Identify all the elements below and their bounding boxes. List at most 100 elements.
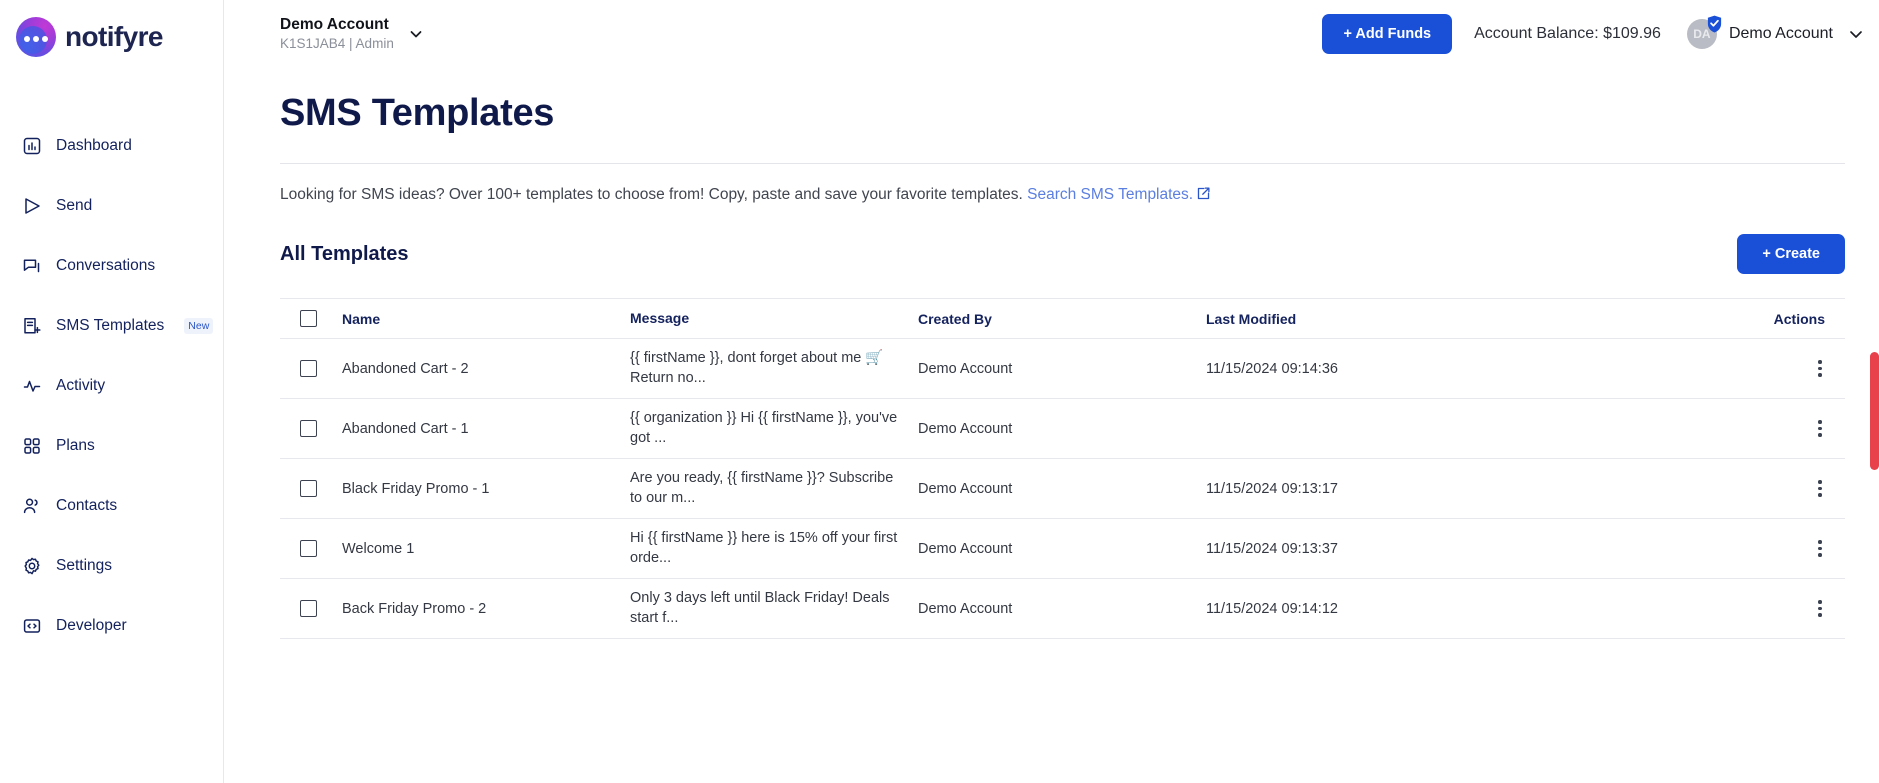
add-funds-button[interactable]: + Add Funds <box>1322 14 1453 54</box>
column-header-name[interactable]: Name <box>342 311 630 327</box>
row-select-cell <box>280 480 342 497</box>
row-name: Back Friday Promo - 2 <box>342 600 487 617</box>
gear-icon <box>24 557 40 575</box>
row-last-modified: 11/15/2024 09:14:12 <box>1206 600 1338 617</box>
code-icon <box>23 619 41 633</box>
row-actions <box>1506 418 1845 440</box>
row-created-by: Demo Account <box>918 420 1013 437</box>
row-message: Only 3 days left until Black Friday! Dea… <box>630 589 890 626</box>
description-text: Looking for SMS ideas? Over 100+ templat… <box>280 186 1028 203</box>
verified-shield-icon <box>1707 15 1722 33</box>
table-row[interactable]: Welcome 1 Hi {{ firstName }} here is 15%… <box>280 519 1845 579</box>
table-header-row: Name Message Created By Last Modified Ac… <box>280 298 1845 339</box>
checkbox-icon[interactable] <box>300 360 317 377</box>
account-subtitle: K1S1JAB4 | Admin <box>280 35 394 51</box>
account-name: Demo Account <box>280 16 389 34</box>
sms-templates-icon <box>24 318 41 334</box>
checkbox-icon[interactable] <box>300 480 317 497</box>
row-name: Welcome 1 <box>342 540 415 557</box>
account-balance: Account Balance: $109.96 <box>1474 25 1661 42</box>
row-message: {{ organization }} Hi {{ firstName }}, y… <box>630 409 898 446</box>
table-row[interactable]: Back Friday Promo - 2 Only 3 days left u… <box>280 579 1845 639</box>
kebab-menu-icon[interactable] <box>1809 598 1831 620</box>
checkbox-icon[interactable] <box>300 310 317 327</box>
sidebar-item-settings[interactable]: Settings <box>0 546 223 586</box>
checkbox-icon[interactable] <box>300 540 317 557</box>
column-header-last-modified[interactable]: Last Modified <box>1206 311 1506 327</box>
sidebar-item-badge: New <box>184 318 214 334</box>
activity-icon <box>23 380 41 392</box>
page-description: Looking for SMS ideas? Over 100+ templat… <box>280 186 1879 204</box>
kebab-menu-icon[interactable] <box>1809 418 1831 440</box>
sidebar-item-label: Developer <box>56 617 127 634</box>
row-actions <box>1506 358 1845 380</box>
row-last-modified: 11/15/2024 09:13:17 <box>1206 480 1338 497</box>
sidebar-item-dashboard[interactable]: Dashboard <box>0 126 223 166</box>
select-all-cell <box>280 310 342 327</box>
row-actions <box>1506 538 1845 560</box>
row-created-by: Demo Account <box>918 600 1013 617</box>
search-sms-templates-link[interactable]: Search SMS Templates. <box>1027 186 1193 203</box>
sidebar-item-label: Conversations <box>56 257 156 274</box>
user-name: Demo Account <box>1728 25 1833 42</box>
avatar[interactable]: DA <box>1686 15 1722 49</box>
row-last-modified: 11/15/2024 09:14:36 <box>1206 360 1338 377</box>
sidebar-item-activity[interactable]: Activity <box>0 366 223 406</box>
scrollbar-thumb[interactable] <box>1870 352 1879 470</box>
checkbox-icon[interactable] <box>300 600 317 617</box>
checkbox-icon[interactable] <box>300 420 317 437</box>
column-header-actions: Actions <box>1773 310 1825 327</box>
sidebar-item-conversations[interactable]: Conversations <box>0 246 223 286</box>
account-switcher[interactable]: Demo Account K1S1JAB4 | Admin <box>280 15 424 53</box>
row-actions <box>1506 478 1845 500</box>
sidebar-item-label: Dashboard <box>56 137 132 154</box>
sidebar-item-label: Plans <box>56 437 95 454</box>
row-select-cell <box>280 600 342 617</box>
row-created-by: Demo Account <box>918 360 1013 377</box>
row-select-cell <box>280 540 342 557</box>
row-created-by: Demo Account <box>918 540 1013 557</box>
row-message: Are you ready, {{ firstName }}? Subscrib… <box>630 469 894 506</box>
sidebar-item-send[interactable]: Send <box>0 186 223 226</box>
sidebar-item-sms-templates[interactable]: SMS Templates New <box>0 306 223 346</box>
dashboard-icon <box>23 137 41 155</box>
column-header-created-by[interactable]: Created By <box>918 311 1206 327</box>
sidebar: notifyre Dashboard Send Conversations SM… <box>0 0 224 783</box>
chevron-down-icon[interactable] <box>1847 25 1865 43</box>
page-content: SMS Templates Looking for SMS ideas? Ove… <box>224 92 1879 639</box>
row-name: Abandoned Cart - 1 <box>342 420 469 437</box>
row-select-cell <box>280 420 342 437</box>
create-button[interactable]: + Create <box>1737 234 1845 274</box>
top-bar-right: + Add Funds Account Balance: $109.96 DA … <box>1322 14 1865 54</box>
sidebar-item-label: Send <box>56 197 93 214</box>
sidebar-item-contacts[interactable]: Contacts <box>0 486 223 526</box>
contacts-icon <box>23 498 38 514</box>
title-divider <box>280 163 1845 164</box>
external-link-icon[interactable] <box>1197 187 1210 200</box>
sidebar-item-plans[interactable]: Plans <box>0 426 223 466</box>
plans-icon <box>24 438 40 454</box>
row-select-cell <box>280 360 342 377</box>
kebab-menu-icon[interactable] <box>1809 538 1831 560</box>
page-title: SMS Templates <box>280 92 555 134</box>
brand-logo[interactable]: notifyre <box>0 0 223 57</box>
sidebar-item-developer[interactable]: Developer <box>0 606 223 646</box>
table-row[interactable]: Abandoned Cart - 1 {{ organization }} Hi… <box>280 399 1845 459</box>
table-row[interactable]: Abandoned Cart - 2 {{ firstName }}, dont… <box>280 339 1845 399</box>
row-name: Black Friday Promo - 1 <box>342 480 490 497</box>
row-name: Abandoned Cart - 2 <box>342 360 469 377</box>
main-area: Demo Account K1S1JAB4 | Admin + Add Fund… <box>224 0 1879 783</box>
conversations-icon <box>23 259 40 273</box>
row-message: {{ firstName }}, dont forget about me 🛒 … <box>630 349 884 386</box>
app-root: notifyre Dashboard Send Conversations SM… <box>0 0 1879 783</box>
kebab-menu-icon[interactable] <box>1809 478 1831 500</box>
row-created-by: Demo Account <box>918 480 1013 497</box>
templates-table: Name Message Created By Last Modified Ac… <box>280 298 1879 639</box>
sidebar-item-label: Settings <box>56 557 113 574</box>
sidebar-item-label: Activity <box>56 377 106 394</box>
column-header-message[interactable]: Message <box>630 309 918 328</box>
sidebar-item-label: SMS Templates <box>56 317 165 334</box>
table-row[interactable]: Black Friday Promo - 1 Are you ready, {{… <box>280 459 1845 519</box>
notifyre-logo-icon <box>16 17 56 57</box>
kebab-menu-icon[interactable] <box>1809 358 1831 380</box>
